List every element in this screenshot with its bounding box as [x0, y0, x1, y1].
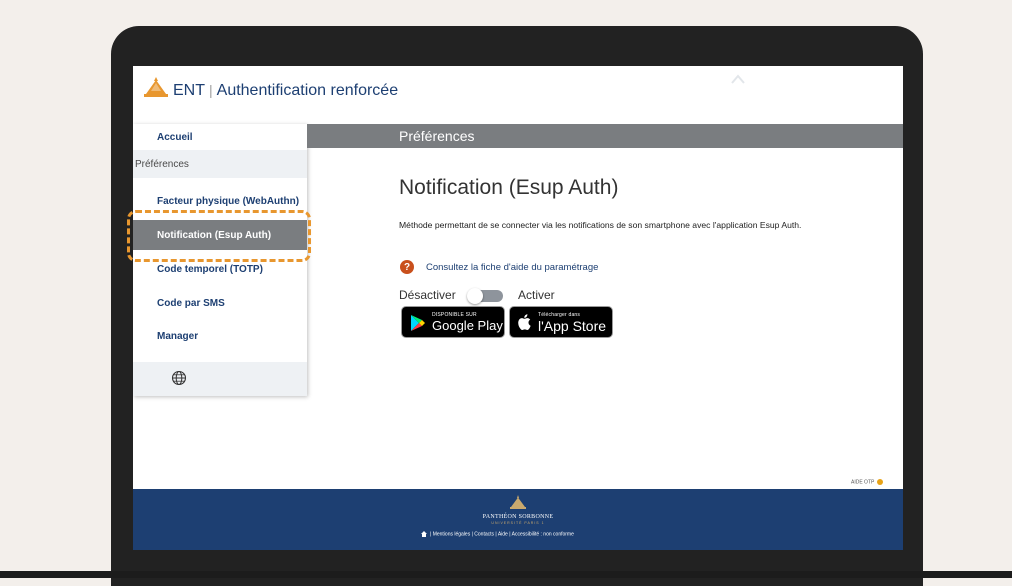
question-icon: ?: [400, 260, 414, 274]
page-title: Notification (Esup Auth): [399, 176, 619, 199]
google-play-icon: [411, 315, 425, 331]
app-name: ENT: [173, 82, 205, 99]
home-icon[interactable]: [421, 531, 427, 537]
aide-otp-link[interactable]: AIDE OTP: [851, 479, 883, 485]
sidebar-item-label: Code temporel (TOTP): [157, 263, 263, 275]
sidebar-item-accueil[interactable]: Accueil: [133, 124, 307, 150]
google-play-badge[interactable]: DISPONIBLE SUR Google Play: [401, 306, 505, 338]
google-play-big-text: Google Play: [432, 318, 503, 333]
toggle-on-label: Activer: [518, 288, 555, 302]
laptop-base: [0, 571, 1012, 578]
footer-brand: PANTHÉON SORBONNE: [482, 514, 554, 520]
app-store-badge[interactable]: Télécharger dans l'App Store: [509, 306, 613, 338]
highlight-annotation: [127, 210, 311, 262]
sidebar-item-sms[interactable]: Code par SMS: [133, 288, 307, 318]
footer-links-text[interactable]: | Mentions légales | Contacts | Aide | A…: [430, 531, 574, 537]
page-footer: PANTHÉON SORBONNE UNIVERSITÉ PARIS 1 | M…: [133, 489, 903, 550]
aide-otp-label: AIDE OTP: [851, 479, 875, 486]
sidebar-item-label: Accueil: [157, 131, 193, 143]
sidebar-section-header: Préférences: [133, 150, 307, 178]
footer-brand-sub: UNIVERSITÉ PARIS 1: [491, 521, 545, 525]
app-title[interactable]: ENT | Authentification renforcée: [173, 82, 398, 100]
sidebar-item-label: Manager: [157, 330, 199, 342]
sidebar-item-manager[interactable]: Manager: [133, 321, 307, 351]
browser-screen: ENT | Authentification renforcée Accueil P…: [133, 66, 903, 550]
chevron-up-icon[interactable]: [731, 74, 745, 84]
esup-auth-toggle[interactable]: [467, 288, 503, 304]
footer-links: | Mentions légales | Contacts | Aide | A…: [421, 531, 574, 537]
globe-icon[interactable]: [171, 370, 187, 386]
content-bar-title: Préférences: [399, 128, 475, 144]
app-header: ENT | Authentification renforcée: [133, 66, 903, 124]
toggle-off-label: Désactiver: [399, 288, 456, 302]
app-subtitle: Authentification renforcée: [216, 82, 399, 99]
page-description: Méthode permettant de se connecter via l…: [399, 220, 802, 230]
sidebar-item-label: Code par SMS: [157, 297, 225, 309]
toggle-knob: [467, 288, 483, 304]
apple-icon: [518, 314, 531, 330]
sidebar-section-label: Préférences: [135, 158, 189, 170]
help-link[interactable]: Consultez la fiche d'aide du paramétrage: [426, 262, 598, 273]
app-store-big-text: l'App Store: [538, 318, 607, 334]
sidebar-footer: [133, 362, 307, 396]
sidebar-item-label: Facteur physique (WebAuthn): [157, 195, 300, 207]
title-separator: |: [209, 82, 213, 98]
pantheon-footer-logo-icon: [510, 495, 526, 509]
content-title-bar: Préférences: [307, 124, 903, 148]
aide-otp-icon: [876, 479, 883, 485]
pantheon-logo-icon: [144, 77, 168, 97]
